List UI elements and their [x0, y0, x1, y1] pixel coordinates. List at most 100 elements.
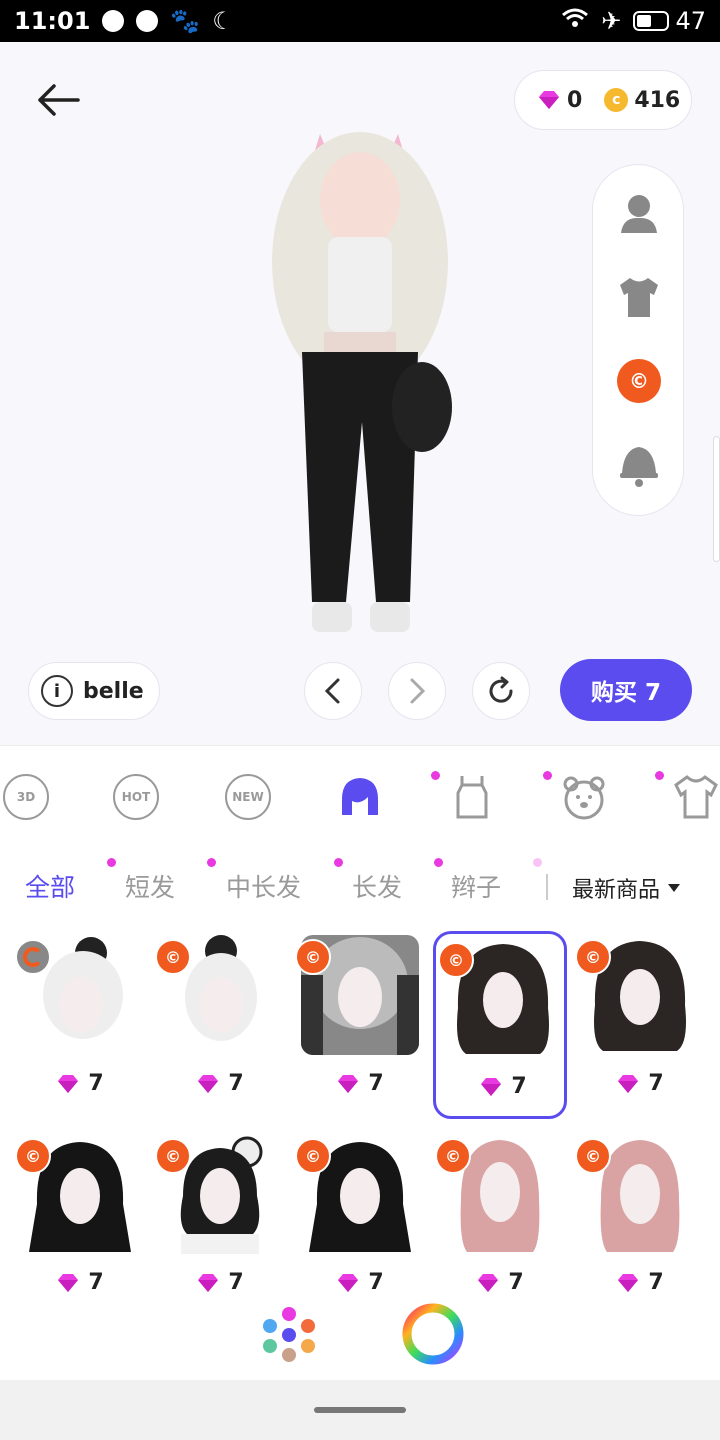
view-sidebar: © [592, 164, 684, 516]
sidebar-outfit-button[interactable] [613, 271, 665, 323]
new-dot [107, 858, 116, 867]
chat-icon [136, 10, 159, 32]
creator-badge-icon: © [435, 1138, 471, 1174]
item-card[interactable]: © 7 [153, 931, 287, 1119]
gem-icon [58, 1273, 79, 1292]
new-dot [334, 858, 343, 867]
creator-badge-icon: © [155, 1138, 191, 1174]
item-card[interactable]: © 7 [293, 1130, 427, 1306]
gem-icon [539, 91, 559, 109]
chevron-left-icon [324, 678, 340, 704]
item-price: 7 [13, 1270, 147, 1295]
chevron-right-icon [410, 678, 426, 704]
creator-badge-icon: © [295, 1138, 331, 1174]
item-price: 7 [153, 1270, 287, 1295]
item-panel: 3D HOT NEW 全部 短发 中长发 长发 辫子 最新商品 7 © 7 © … [0, 745, 720, 1380]
item-price: 7 [573, 1071, 707, 1096]
tab-all[interactable]: 全部 [25, 868, 75, 904]
category-new[interactable]: NEW [222, 771, 274, 823]
category-top[interactable] [670, 771, 720, 823]
home-gesture-bar[interactable] [314, 1407, 406, 1413]
sub-tabs: 全部 短发 中长发 长发 辫子 最新商品 [0, 846, 720, 926]
coin-count: 416 [634, 87, 681, 113]
item-card[interactable]: 7 [13, 931, 147, 1119]
tab-braids[interactable]: 辫子 [451, 868, 501, 904]
sort-label: 最新商品 [572, 878, 661, 903]
gem-icon [478, 1273, 499, 1292]
item-card[interactable]: © 7 [573, 931, 707, 1119]
gem-icon [338, 1273, 359, 1292]
item-card[interactable]: © 7 [573, 1130, 707, 1306]
category-3d-label: 3D [3, 774, 49, 820]
moon-icon: ☾ [212, 7, 234, 35]
category-hair[interactable] [334, 771, 386, 823]
item-price: 7 [293, 1071, 427, 1096]
tab-long-hair[interactable]: 长发 [352, 868, 402, 904]
currency-pill[interactable]: 0 c 416 [514, 70, 692, 130]
tshirt-icon [674, 775, 718, 819]
item-price: 7 [433, 1270, 567, 1295]
creator-badge-icon: © [575, 1138, 611, 1174]
item-price: 7 [436, 1074, 570, 1099]
item-card-selected[interactable]: © 7 [433, 931, 567, 1119]
color-wheel-icon [402, 1303, 464, 1365]
category-hot-label: HOT [113, 774, 159, 820]
undo-button[interactable] [304, 662, 362, 720]
shirt-icon [620, 278, 658, 317]
color-wheel-button[interactable] [400, 1301, 466, 1367]
palette-button[interactable] [258, 1303, 320, 1365]
new-dot [207, 858, 216, 867]
item-price-value: 7 [508, 1270, 524, 1295]
message-icon [102, 10, 125, 32]
item-price-value: 7 [88, 1270, 104, 1295]
tab-medium-hair[interactable]: 中长发 [226, 868, 301, 904]
avatar-figure[interactable] [250, 122, 470, 652]
category-hot[interactable]: HOT [110, 771, 162, 823]
category-pet[interactable] [558, 771, 610, 823]
status-bar: 11:01 🐾 ☾ ✈ 47 [0, 0, 720, 42]
gem-icon [618, 1074, 639, 1093]
clock: 11:01 [14, 7, 91, 35]
wifi-icon [561, 7, 589, 35]
hair-icon [342, 778, 378, 815]
category-outfit[interactable] [446, 771, 498, 823]
dress-icon [456, 776, 488, 819]
new-dot [434, 858, 443, 867]
reset-button[interactable] [472, 662, 530, 720]
airplane-icon: ✈ [601, 7, 622, 35]
baidu-icon: 🐾 [170, 7, 201, 35]
item-card[interactable]: © 7 [293, 931, 427, 1119]
tab-short-hair[interactable]: 短发 [125, 868, 175, 904]
gem-icon [198, 1074, 219, 1093]
item-grid: 7 © 7 © 7 © 7 © 7 © 7 © 7 © 7 © 7 © 7 [0, 926, 720, 1306]
category-3d[interactable]: 3D [0, 771, 52, 823]
gem-icon [198, 1273, 219, 1292]
new-dot [543, 771, 552, 780]
bear-icon [563, 776, 605, 820]
buy-button[interactable]: 购买 7 [560, 659, 692, 721]
new-dot [655, 771, 664, 780]
item-price: 7 [573, 1270, 707, 1295]
item-card[interactable]: © 7 [13, 1130, 147, 1306]
sidebar-bell-button[interactable] [613, 439, 665, 491]
item-card[interactable]: © 7 [153, 1130, 287, 1306]
user-name-pill[interactable]: i belle [28, 662, 160, 720]
side-drawer-handle[interactable] [713, 436, 720, 562]
gem-icon [338, 1074, 359, 1093]
item-price-value: 7 [511, 1074, 527, 1099]
sidebar-creator-button[interactable]: © [613, 355, 665, 407]
creator-badge-icon: © [155, 939, 191, 975]
sort-dropdown[interactable]: 最新商品 [572, 872, 681, 904]
redo-button[interactable] [388, 662, 446, 720]
back-button[interactable] [30, 78, 86, 122]
category-row: 3D HOT NEW [0, 746, 720, 846]
person-icon [621, 195, 657, 233]
battery-level: 47 [675, 7, 706, 35]
creator-icon: © [617, 359, 661, 403]
item-card[interactable]: © 7 [433, 1130, 567, 1306]
gem-icon [618, 1273, 639, 1292]
sidebar-body-button[interactable] [613, 187, 665, 239]
info-icon: i [41, 675, 73, 707]
divider [546, 874, 548, 900]
back-arrow-icon [38, 84, 80, 116]
